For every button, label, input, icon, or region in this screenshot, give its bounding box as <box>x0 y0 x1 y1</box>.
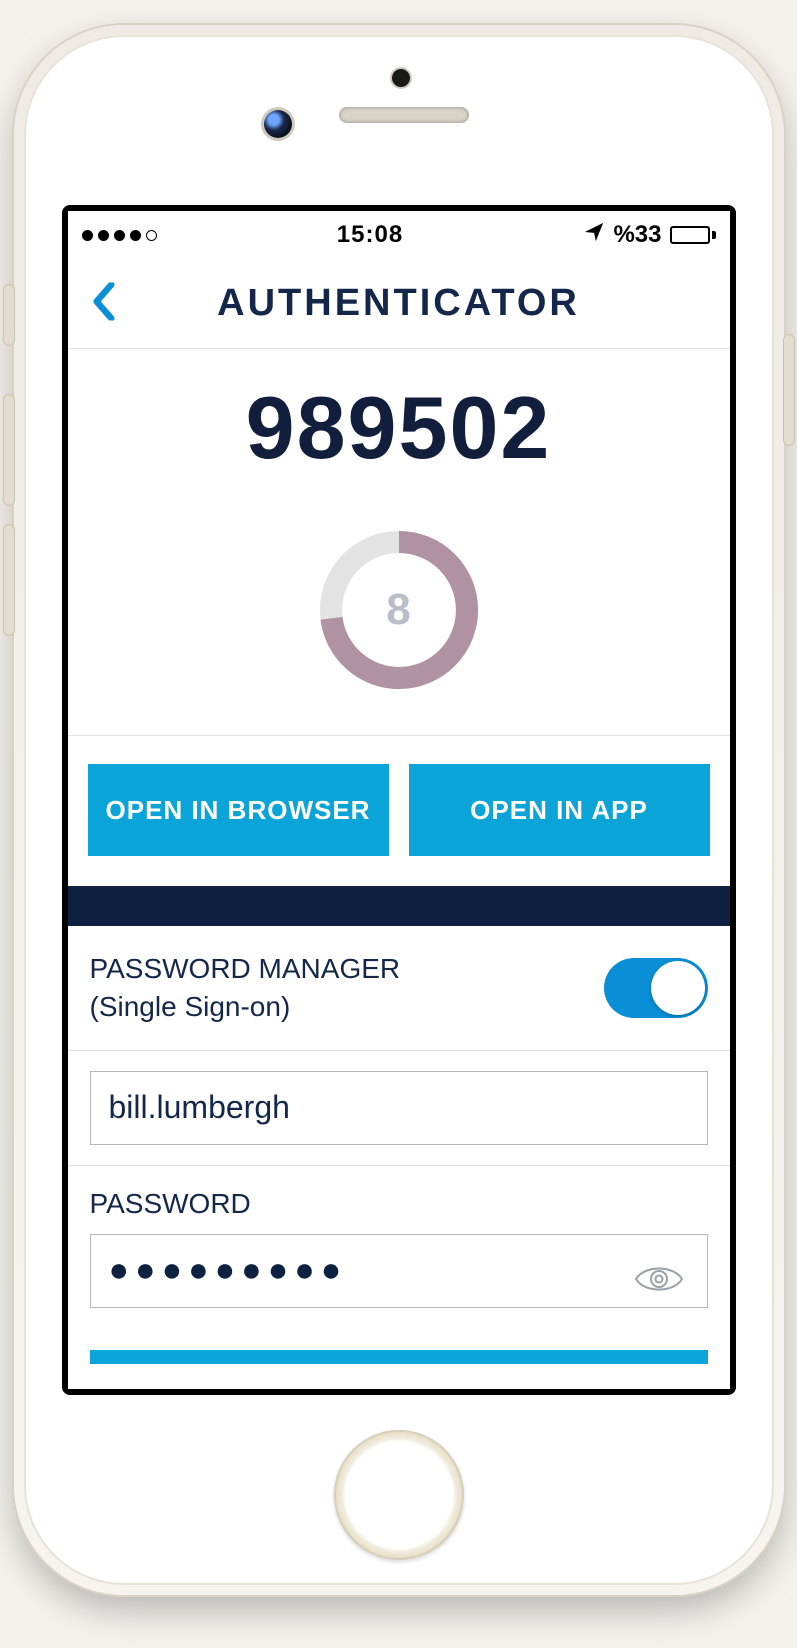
password-manager-label: PASSWORD MANAGER (Single Sign-on) <box>90 950 401 1026</box>
password-manager-header: PASSWORD MANAGER (Single Sign-on) <box>68 926 730 1051</box>
countdown-seconds: 8 <box>314 525 484 695</box>
app-screen: 15:08 %33 AUTHENTICATOR <box>68 211 730 1389</box>
toggle-knob <box>651 961 705 1015</box>
status-bar: 15:08 %33 <box>68 211 730 259</box>
action-row: OPEN IN BROWSER OPEN IN APP <box>68 736 730 886</box>
volume-up-button <box>4 395 14 505</box>
mute-switch <box>4 285 14 345</box>
battery-icon <box>670 226 716 244</box>
reveal-password-button[interactable] <box>628 1256 690 1305</box>
back-button[interactable] <box>92 282 118 325</box>
page-title: AUTHENTICATOR <box>217 282 580 325</box>
password-row <box>68 1234 730 1332</box>
home-button[interactable] <box>334 1430 464 1560</box>
section-divider <box>68 886 730 926</box>
screen-bezel: 15:08 %33 AUTHENTICATOR <box>62 205 736 1395</box>
location-icon <box>583 221 605 250</box>
open-in-app-button[interactable]: OPEN IN APP <box>409 764 710 856</box>
front-camera <box>264 110 292 138</box>
username-row <box>68 1051 730 1166</box>
open-in-browser-button[interactable]: OPEN IN BROWSER <box>88 764 389 856</box>
password-label: PASSWORD <box>68 1166 730 1234</box>
countdown-ring: 8 <box>314 525 484 695</box>
totp-code: 989502 <box>68 377 730 479</box>
clock: 15:08 <box>337 221 403 249</box>
eye-icon <box>634 1262 684 1296</box>
phone-frame: 15:08 %33 AUTHENTICATOR <box>14 25 784 1595</box>
username-input[interactable] <box>90 1071 708 1145</box>
totp-section: 989502 8 <box>68 349 730 736</box>
nav-header: AUTHENTICATOR <box>68 259 730 349</box>
password-input[interactable] <box>90 1234 708 1308</box>
earpiece-speaker <box>339 107 469 123</box>
pm-label-line2: (Single Sign-on) <box>90 991 291 1022</box>
battery-percent: %33 <box>613 221 661 249</box>
volume-down-button <box>4 525 14 635</box>
pm-label-line1: PASSWORD MANAGER <box>90 953 401 984</box>
signal-strength <box>82 230 157 241</box>
password-manager-toggle[interactable] <box>604 958 708 1018</box>
footer-strip <box>90 1350 708 1364</box>
power-button <box>784 335 794 445</box>
proximity-sensor <box>392 69 410 87</box>
